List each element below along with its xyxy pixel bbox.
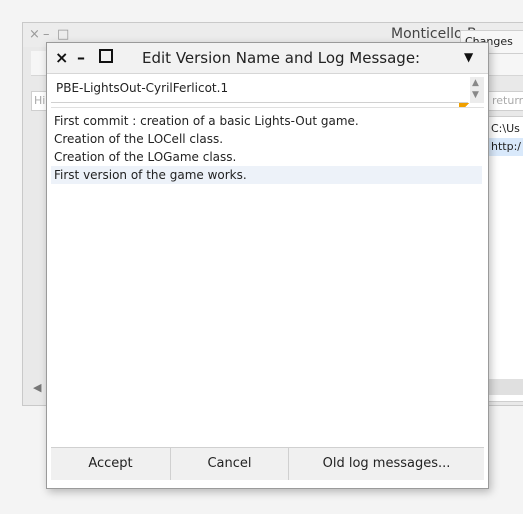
browser-maximize-icon[interactable]: □ bbox=[57, 27, 69, 42]
log-line: First commit : creation of a basic Light… bbox=[54, 114, 359, 128]
repository-item[interactable]: C:\Us bbox=[488, 120, 523, 138]
dialog-titlebar[interactable]: × – Edit Version Name and Log Message: ▼ bbox=[47, 43, 488, 74]
log-line: Creation of the LOCell class. bbox=[54, 132, 224, 146]
edit-version-dialog: × – Edit Version Name and Log Message: ▼… bbox=[46, 42, 489, 489]
browser-close-icon[interactable]: × bbox=[29, 27, 40, 42]
accept-button[interactable]: Accept bbox=[51, 448, 171, 480]
browser-minimize-icon[interactable]: – bbox=[43, 27, 50, 42]
log-line: Creation of the LOGame class. bbox=[54, 150, 237, 164]
repository-list[interactable]: C:\Us http:/ bbox=[487, 116, 523, 402]
version-name-field[interactable]: PBE-LightsOut-CyrilFerlicot.1 bbox=[51, 77, 468, 103]
repository-item-selected[interactable]: http:/ bbox=[488, 138, 523, 156]
old-log-messages-button[interactable]: Old log messages... bbox=[289, 448, 484, 480]
dialog-maximize-icon[interactable] bbox=[99, 49, 113, 63]
version-field-scrollbar[interactable]: ▲ ▼ bbox=[470, 77, 484, 103]
dialog-minimize-icon[interactable]: – bbox=[77, 48, 85, 67]
dialog-close-icon[interactable]: × bbox=[55, 48, 68, 67]
repository-filter-input[interactable]: return bbox=[487, 91, 523, 111]
cancel-button[interactable]: Cancel bbox=[171, 448, 289, 480]
scroll-up-icon[interactable]: ▲ bbox=[472, 78, 479, 88]
log-message-textarea[interactable]: First commit : creation of a basic Light… bbox=[51, 107, 484, 478]
scroll-left-icon[interactable]: ◀ bbox=[33, 381, 41, 394]
log-line: First version of the game works. bbox=[51, 166, 482, 184]
scroll-down-icon[interactable]: ▼ bbox=[472, 90, 479, 100]
dialog-menu-icon[interactable]: ▼ bbox=[464, 50, 473, 64]
dialog-button-row: Accept Cancel Old log messages... bbox=[51, 447, 484, 480]
dialog-title: Edit Version Name and Log Message: bbox=[142, 49, 421, 67]
